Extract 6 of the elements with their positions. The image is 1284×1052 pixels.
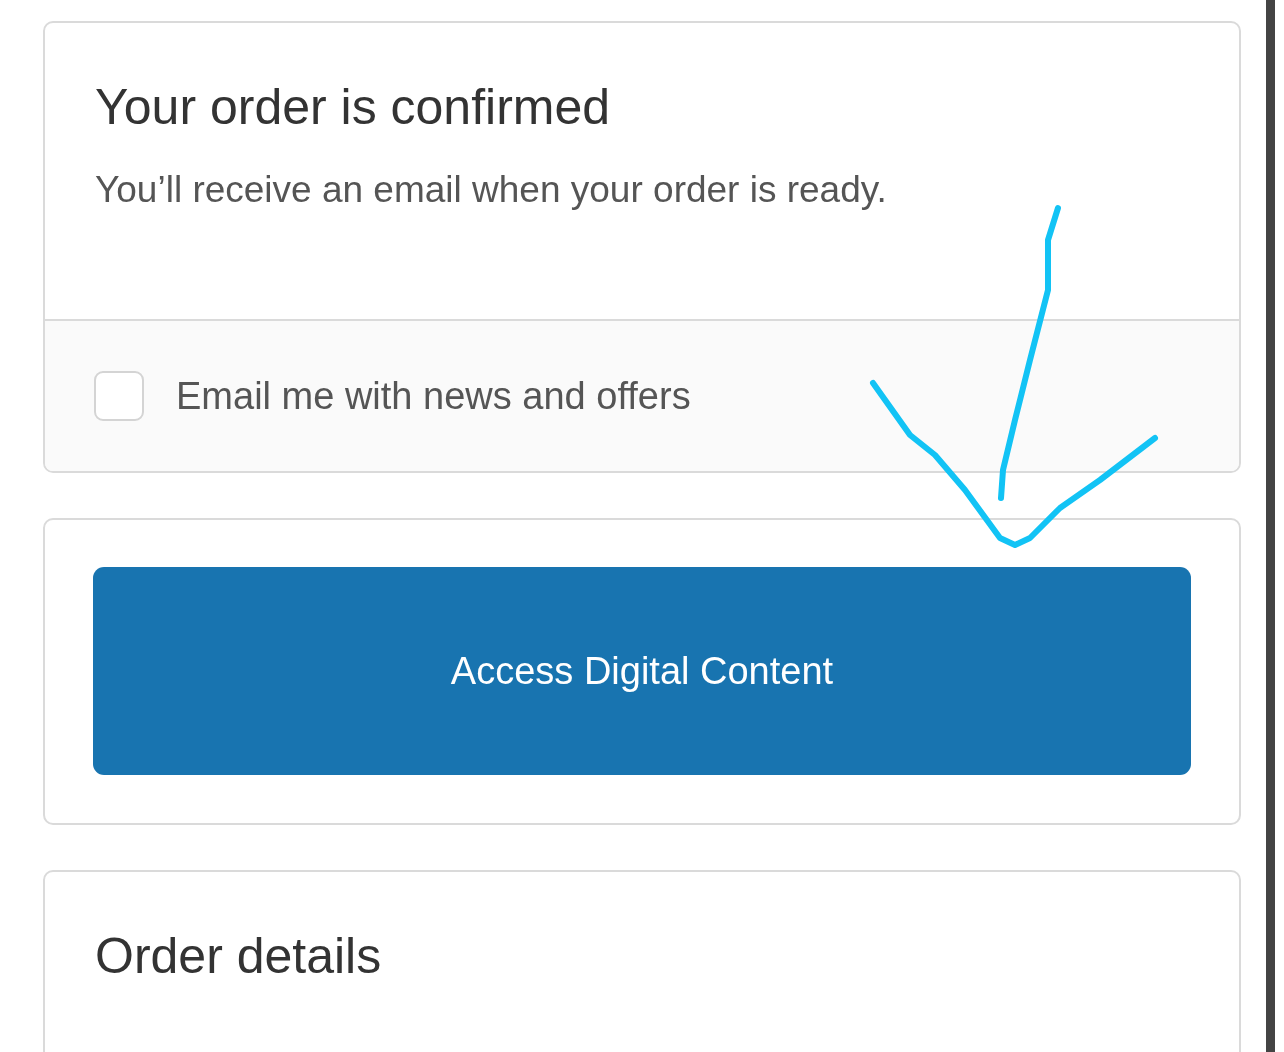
newsletter-label[interactable]: Email me with news and offers [176,374,691,418]
newsletter-checkbox[interactable] [94,371,144,421]
access-content-button[interactable]: Access Digital Content [93,567,1191,775]
confirmation-message: You’ll receive an email when your order is ready. [95,168,888,212]
confirmation-title: Your order is confirmed [95,78,612,137]
order-details-title: Order details [95,927,383,986]
